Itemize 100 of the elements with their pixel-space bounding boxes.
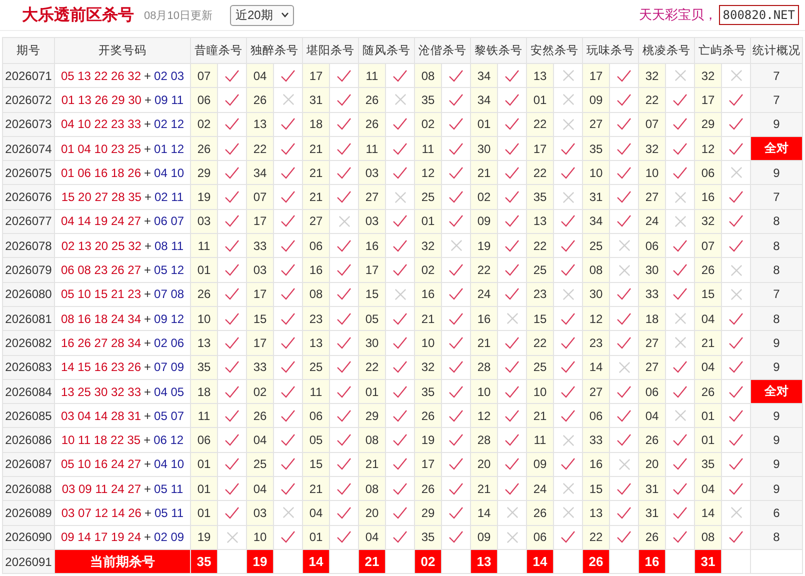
kill-number: 08 [359, 477, 386, 502]
kill-number: 29 [191, 161, 218, 186]
kill-number: 26 [695, 380, 722, 404]
kill-number: 22 [527, 161, 554, 186]
kill-number: 33 [639, 282, 666, 307]
kill-number: 04 [303, 501, 330, 526]
kill-number: 28 [471, 428, 498, 453]
kill-number: 06 [695, 161, 722, 186]
kill-number: 25 [583, 234, 610, 258]
kill-number: 27 [359, 185, 386, 210]
current-kill-number: 26 [583, 550, 610, 574]
kill-number: 18 [639, 306, 666, 332]
kill-number: 13 [583, 501, 610, 526]
kill-number: 16 [303, 258, 330, 283]
kill-number: 20 [639, 452, 666, 478]
kill-number: 15 [247, 306, 274, 332]
kill-number: 23 [583, 331, 610, 356]
kill-number: 27 [639, 356, 666, 380]
kill-number: 01 [471, 112, 498, 137]
kill-number: 19 [471, 234, 498, 258]
kill-number: 30 [359, 331, 386, 356]
kill-number: 06 [639, 380, 666, 404]
kill-number: 03 [247, 501, 274, 526]
kill-number: 04 [247, 428, 274, 453]
kill-number: 35 [415, 380, 442, 404]
kill-number: 09 [471, 210, 498, 234]
stat-cell: 全对 [751, 136, 803, 162]
kill-number: 01 [359, 380, 386, 404]
kill-number: 32 [695, 64, 722, 88]
kill-number: 25 [247, 452, 274, 478]
stat-cell: 8 [751, 234, 803, 258]
kill-number: 10 [639, 161, 666, 186]
kill-number: 24 [527, 477, 554, 502]
kill-number: 11 [359, 136, 386, 162]
period-cell: 2026074 [3, 136, 55, 162]
kill-number: 16 [695, 185, 722, 210]
kill-number: 13 [527, 210, 554, 234]
kill-number: 35 [583, 136, 610, 162]
kill-number: 27 [583, 380, 610, 404]
period-select[interactable]: 近20期 [230, 4, 294, 26]
kill-number: 29 [359, 404, 386, 428]
period-cell: 2026090 [3, 526, 55, 550]
kill-number: 04 [247, 64, 274, 88]
current-kill-label: 当前期杀号 [55, 550, 191, 574]
kill-number: 22 [527, 234, 554, 258]
kill-number: 21 [303, 161, 330, 186]
kill-number: 01 [415, 210, 442, 234]
kill-number: 22 [527, 331, 554, 356]
kill-number: 16 [471, 306, 498, 332]
current-kill-number: 13 [471, 550, 498, 574]
kill-number: 09 [527, 452, 554, 478]
kill-number: 17 [415, 452, 442, 478]
period-cell: 2026082 [3, 331, 55, 356]
kill-number: 17 [247, 210, 274, 234]
kill-number: 21 [303, 185, 330, 210]
stat-cell: 9 [751, 331, 803, 356]
kill-number: 14 [583, 356, 610, 380]
kill-number: 17 [247, 331, 274, 356]
kill-number: 27 [583, 112, 610, 137]
kill-number: 22 [583, 526, 610, 550]
stat-cell: 9 [751, 112, 803, 137]
period-cell: 2026085 [3, 404, 55, 428]
kill-number: 19 [191, 185, 218, 210]
kill-number: 34 [247, 161, 274, 186]
stat-cell: 全对 [751, 380, 803, 404]
kill-number: 04 [639, 404, 666, 428]
kill-number: 01 [695, 428, 722, 453]
current-kill-number: 14 [303, 550, 330, 574]
kill-number: 30 [639, 258, 666, 283]
kill-number: 11 [359, 64, 386, 88]
kill-number: 02 [191, 112, 218, 137]
kill-number: 21 [359, 452, 386, 478]
kill-number: 32 [639, 136, 666, 162]
period-cell: 2026078 [3, 234, 55, 258]
stat-cell: 9 [751, 161, 803, 186]
kill-number: 31 [303, 88, 330, 113]
kill-number: 15 [695, 282, 722, 307]
kill-number: 22 [639, 88, 666, 113]
kill-number: 03 [359, 161, 386, 186]
kill-number: 30 [471, 136, 498, 162]
kill-number: 18 [191, 380, 218, 404]
kill-number: 34 [583, 210, 610, 234]
kill-number: 14 [695, 501, 722, 526]
kill-number: 25 [527, 356, 554, 380]
kill-number: 31 [639, 501, 666, 526]
kill-number: 06 [583, 404, 610, 428]
kill-number: 24 [639, 210, 666, 234]
current-kill-number: 21 [359, 550, 386, 574]
kill-number: 02 [471, 185, 498, 210]
kill-number: 31 [583, 185, 610, 210]
kill-number: 27 [639, 331, 666, 356]
kill-number: 27 [303, 210, 330, 234]
current-kill-number: 14 [527, 550, 554, 574]
kill-number: 21 [695, 331, 722, 356]
kill-number: 29 [415, 501, 442, 526]
kill-number: 06 [527, 526, 554, 550]
kill-number: 22 [359, 356, 386, 380]
kill-number: 03 [247, 258, 274, 283]
kill-number: 10 [527, 380, 554, 404]
current-kill-number: 02 [415, 550, 442, 574]
